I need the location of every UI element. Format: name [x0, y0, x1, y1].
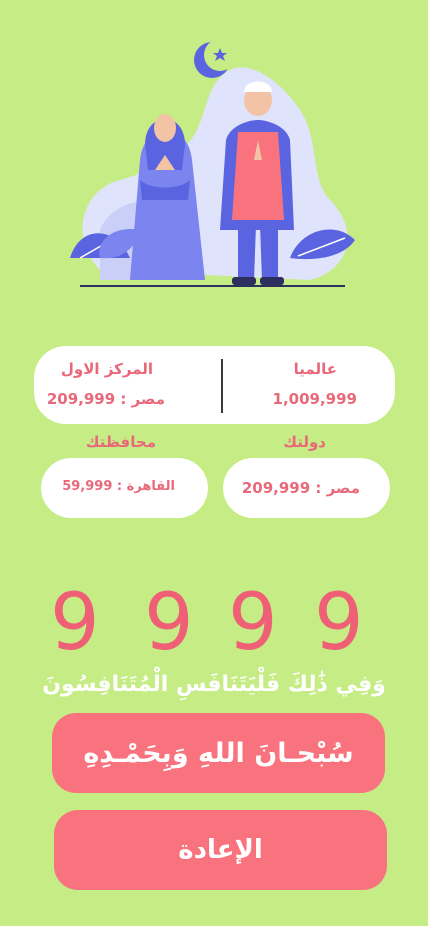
quran-verse: وَفِي ذَٰلِكَ فَلْيَتَنَافَسِ الْمُتَنَا… [42, 672, 386, 697]
global-label: عالميا [293, 360, 337, 378]
country-stats-card: مصر : 209,999 [223, 458, 390, 518]
country-label: دولتك [283, 433, 326, 451]
stats-divider [221, 359, 223, 413]
counter-digit: 9 [228, 578, 278, 668]
first-place-value: مصر : 209,999 [46, 390, 165, 408]
counter-digit: 9 [314, 578, 364, 668]
global-stats-card: عالميا 1,009,999 المركز الاول مصر : 209,… [34, 346, 395, 424]
tasbih-counter: 9 9 9 9 [0, 578, 428, 668]
reset-button[interactable]: الإعادة [54, 810, 387, 890]
counter-digit: 9 [50, 578, 100, 668]
first-place-label: المركز الاول [60, 360, 153, 378]
governorate-stats-card: القاهرة : 59,999 [41, 458, 208, 518]
praying-couple-illustration [70, 39, 355, 287]
country-value: مصر : 209,999 [241, 479, 360, 497]
governorate-label: محافظتك [85, 433, 156, 451]
global-value: 1,009,999 [272, 390, 357, 408]
counter-digit: 9 [144, 578, 194, 668]
governorate-value: القاهرة : 59,999 [62, 479, 175, 494]
tasbih-button[interactable]: سُبْحـانَ اللهِ وَبِحَمْـدِهِ [52, 713, 385, 793]
